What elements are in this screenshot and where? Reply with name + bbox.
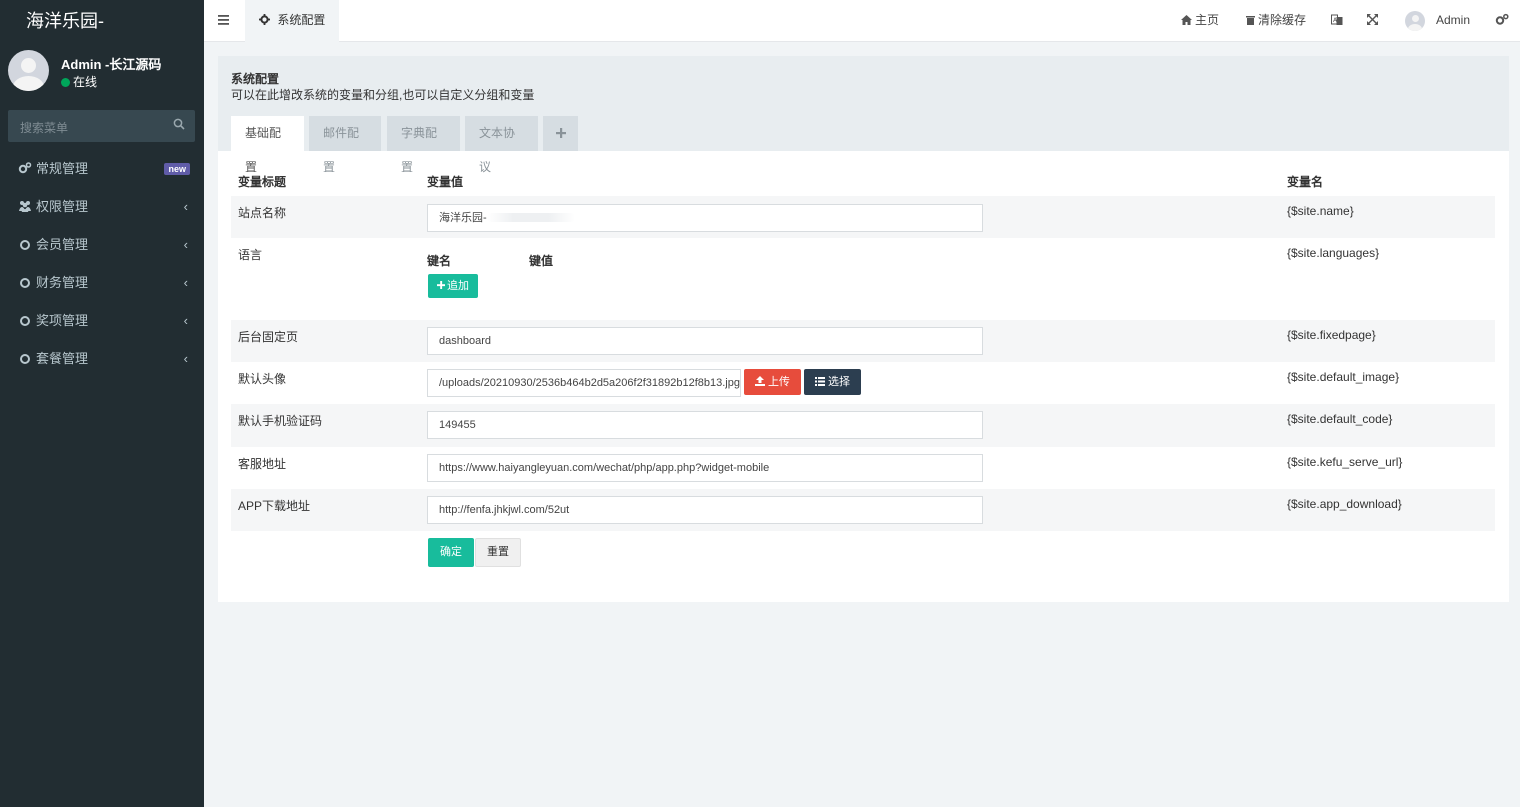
list-icon — [815, 376, 828, 388]
row-varname: {$site.languages} — [1287, 246, 1380, 260]
user-panel: Admin -长江源码 在线 — [8, 50, 198, 94]
row-label: 客服地址 — [238, 457, 287, 471]
top-avatar[interactable] — [1405, 11, 1425, 31]
sidebar-search[interactable]: 搜索菜单 — [8, 110, 195, 142]
select-button[interactable]: 选择 — [804, 369, 861, 395]
default-code-input[interactable]: 149455 — [427, 411, 983, 439]
home-icon — [1181, 13, 1195, 27]
sidebar-item-package[interactable]: 套餐管理 ‹ — [0, 340, 204, 378]
table-row: 默认手机验证码 149455 {$site.default_code} — [231, 404, 1495, 447]
row-varname: {$site.default_image} — [1287, 370, 1400, 384]
app-download-input[interactable]: http://fenfa.jhkjwl.com/52ut — [427, 496, 983, 524]
row-label: APP下载地址 — [238, 499, 311, 513]
chevron-left-icon: ‹ — [183, 313, 188, 328]
sidebar-menu: 常规管理 new 权限管理 ‹ 会员管理 ‹ 财务管理 ‹ 奖项管理 ‹ 套餐管… — [0, 150, 204, 378]
fullscreen-icon[interactable] — [1367, 0, 1378, 40]
table-row: 客服地址 https://www.haiyangleyuan.com/wecha… — [231, 447, 1495, 489]
row-label: 后台固定页 — [238, 330, 299, 344]
circle-o-icon — [20, 278, 30, 288]
avatar — [8, 50, 49, 91]
col-header-value: 变量值 — [427, 175, 464, 189]
page-description: 可以在此增改系统的变量和分组,也可以自定义分组和变量 — [231, 88, 535, 102]
settings-cogs-icon[interactable] — [1495, 0, 1509, 40]
table-row: 后台固定页 dashboard {$site.fixedpage} — [231, 320, 1495, 362]
user-menu[interactable]: Admin — [1436, 0, 1470, 40]
search-input[interactable]: 搜索菜单 — [20, 119, 68, 136]
search-icon[interactable] — [173, 118, 185, 133]
row-label: 默认手机验证码 — [238, 414, 323, 428]
sidebar-item-member[interactable]: 会员管理 ‹ — [0, 226, 204, 264]
config-panel: 系统配置 可以在此增改系统的变量和分组,也可以自定义分组和变量 基础配置 邮件配… — [218, 56, 1509, 602]
sidebar-item-finance[interactable]: 财务管理 ‹ — [0, 264, 204, 302]
language-icon[interactable]: A — [1331, 0, 1343, 40]
add-language-button[interactable]: 追加 — [428, 274, 478, 298]
chevron-left-icon: ‹ — [183, 351, 188, 366]
table-row: 站点名称 海洋乐园- {$site.name} — [231, 196, 1495, 238]
kefu-url-input[interactable]: https://www.haiyangleyuan.com/wechat/php… — [427, 454, 983, 482]
new-badge: new — [164, 163, 190, 175]
page-title: 系统配置 — [231, 72, 280, 86]
clear-cache-button[interactable]: 清除缓存 — [1246, 0, 1306, 40]
upload-button[interactable]: 上传 — [744, 369, 801, 395]
plus-icon — [437, 280, 447, 292]
circle-o-icon — [20, 240, 30, 250]
key-value-header: 键值 — [529, 254, 554, 268]
sidebar-item-general[interactable]: 常规管理 new — [0, 150, 204, 188]
default-image-input[interactable]: /uploads/20210930/2536b464b2d5a206f2f318… — [427, 369, 741, 397]
home-link[interactable]: 主页 — [1181, 0, 1219, 40]
gear-icon — [259, 13, 277, 27]
sidebar: 海洋乐园- Admin -长江源码 在线 搜索菜单 常规管理 new 权限管理 … — [0, 0, 204, 807]
menu-toggle-icon[interactable] — [218, 14, 230, 26]
chevron-left-icon: ‹ — [183, 237, 188, 252]
user-name: Admin -长江源码 — [61, 57, 162, 72]
site-name-input[interactable]: 海洋乐园- — [427, 204, 983, 232]
table-row: APP下载地址 http://fenfa.jhkjwl.com/52ut {$s… — [231, 489, 1495, 531]
brand-logo[interactable]: 海洋乐园- — [0, 0, 204, 42]
table-row: 默认头像 /uploads/20210930/2536b464b2d5a206f… — [231, 362, 1495, 404]
add-tab-button[interactable] — [543, 116, 578, 151]
tab-dictionary[interactable]: 字典配置 — [387, 116, 460, 174]
row-label: 站点名称 — [238, 206, 287, 220]
row-varname: {$site.app_download} — [1287, 497, 1402, 511]
row-varname: {$site.name} — [1287, 204, 1354, 218]
chevron-left-icon: ‹ — [183, 275, 188, 290]
row-varname: {$site.fixedpage} — [1287, 328, 1376, 342]
fixed-page-input[interactable]: dashboard — [427, 327, 983, 355]
panel-header: 系统配置 可以在此增改系统的变量和分组,也可以自定义分组和变量 基础配置 邮件配… — [218, 56, 1509, 174]
row-varname: {$site.kefu_serve_url} — [1287, 455, 1403, 469]
sidebar-item-permission[interactable]: 权限管理 ‹ — [0, 188, 204, 226]
circle-o-icon — [20, 354, 30, 364]
sidebar-item-prize[interactable]: 奖项管理 ‹ — [0, 302, 204, 340]
tab-basic[interactable]: 基础配置 — [231, 116, 304, 174]
users-icon — [18, 190, 32, 212]
cogs-icon — [18, 152, 32, 174]
circle-o-icon — [20, 316, 30, 326]
top-navbar: 系统配置 主页 清除缓存 A Admin — [204, 0, 1520, 42]
upload-icon — [755, 376, 768, 388]
key-name-header: 键名 — [427, 254, 452, 268]
table-row: 语言 键名 键值 追加 {$site.languages} — [231, 238, 1495, 320]
row-varname: {$site.default_code} — [1287, 412, 1393, 426]
chevron-left-icon: ‹ — [183, 199, 188, 214]
online-dot-icon — [61, 78, 70, 87]
tab-text-agreement[interactable]: 文本协议 — [465, 116, 538, 174]
tab-system-config[interactable]: 系统配置 — [245, 0, 340, 42]
trash-icon — [1246, 13, 1258, 27]
plus-icon — [555, 126, 566, 140]
tab-email[interactable]: 邮件配置 — [309, 116, 381, 174]
reset-button[interactable]: 重置 — [475, 538, 521, 567]
row-label: 语言 — [238, 248, 263, 262]
row-label: 默认头像 — [238, 372, 287, 386]
submit-button[interactable]: 确定 — [428, 538, 474, 567]
col-header-title: 变量标题 — [238, 175, 287, 189]
col-header-name: 变量名 — [1287, 175, 1324, 189]
redaction-blur — [486, 213, 575, 222]
user-status: 在线 — [61, 73, 97, 90]
